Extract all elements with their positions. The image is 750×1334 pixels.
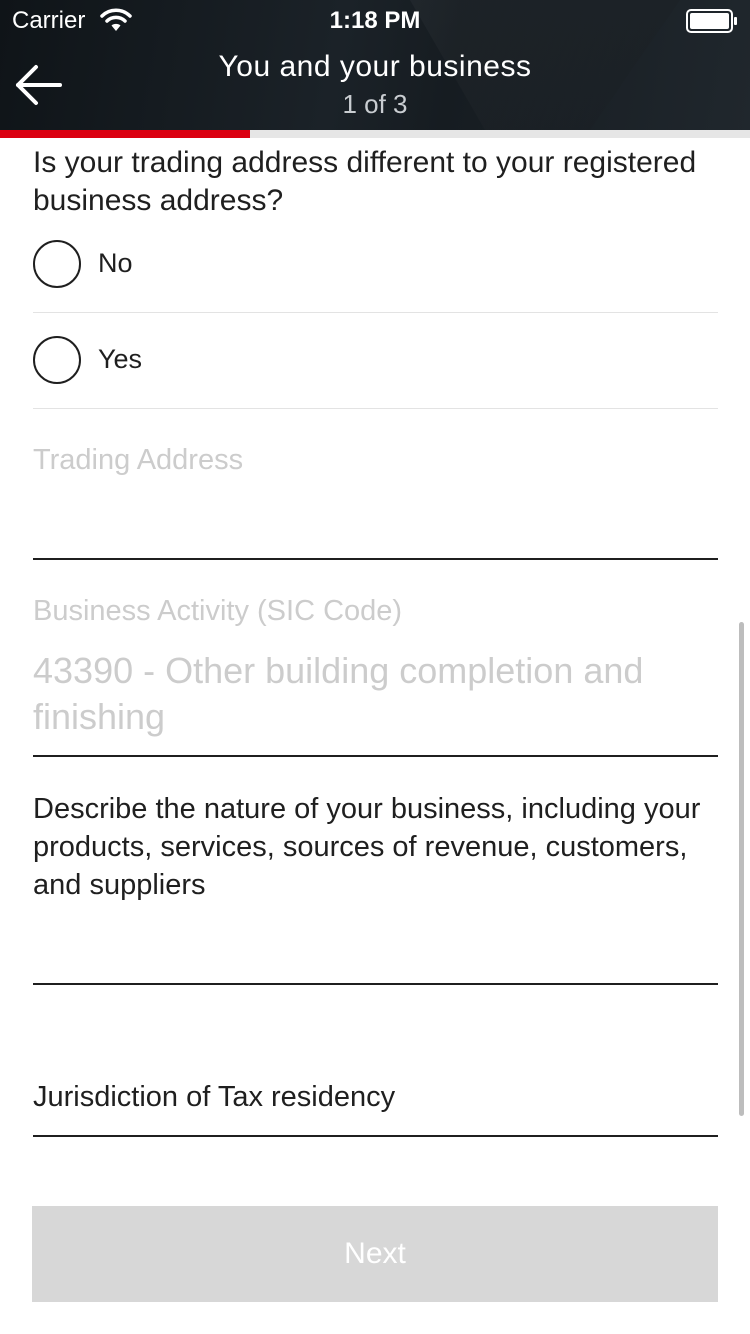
- next-button[interactable]: Next: [32, 1206, 718, 1302]
- radio-button[interactable]: [33, 240, 81, 288]
- scrollbar[interactable]: [739, 622, 744, 1116]
- status-time: 1:18 PM: [329, 7, 421, 34]
- battery-icon: [686, 9, 737, 33]
- progress-bar: [0, 130, 750, 138]
- tax-jurisdiction-underline: [33, 1135, 718, 1137]
- business-activity-underline: [33, 755, 718, 757]
- app-header: Carrier 1:18 PM You and your business 1 …: [0, 0, 750, 130]
- progress-bar-fill: [0, 130, 250, 138]
- divider: [33, 312, 718, 313]
- radio-button[interactable]: [33, 336, 81, 384]
- radio-label: Yes: [98, 344, 143, 374]
- status-bar: Carrier 1:18 PM: [0, 0, 750, 40]
- page-title: You and your business: [218, 50, 532, 83]
- business-description-field[interactable]: Describe the nature of your business, in…: [33, 790, 723, 904]
- business-description-underline: [33, 983, 718, 985]
- tax-jurisdiction-field[interactable]: Jurisdiction of Tax residency: [33, 1078, 723, 1116]
- radio-option-no[interactable]: No: [33, 240, 718, 336]
- business-activity-label: Business Activity (SIC Code): [33, 595, 403, 627]
- radio-option-yes[interactable]: Yes: [33, 336, 718, 432]
- divider: [33, 408, 718, 409]
- business-activity-field[interactable]: 43390 - Other building completion and fi…: [33, 648, 723, 740]
- trading-address-underline: [33, 558, 718, 560]
- trading-address-question: Is your trading address different to you…: [33, 146, 697, 217]
- trading-address-field[interactable]: Trading Address: [33, 444, 243, 477]
- radio-label: No: [98, 248, 133, 278]
- step-indicator: 1 of 3: [342, 89, 408, 119]
